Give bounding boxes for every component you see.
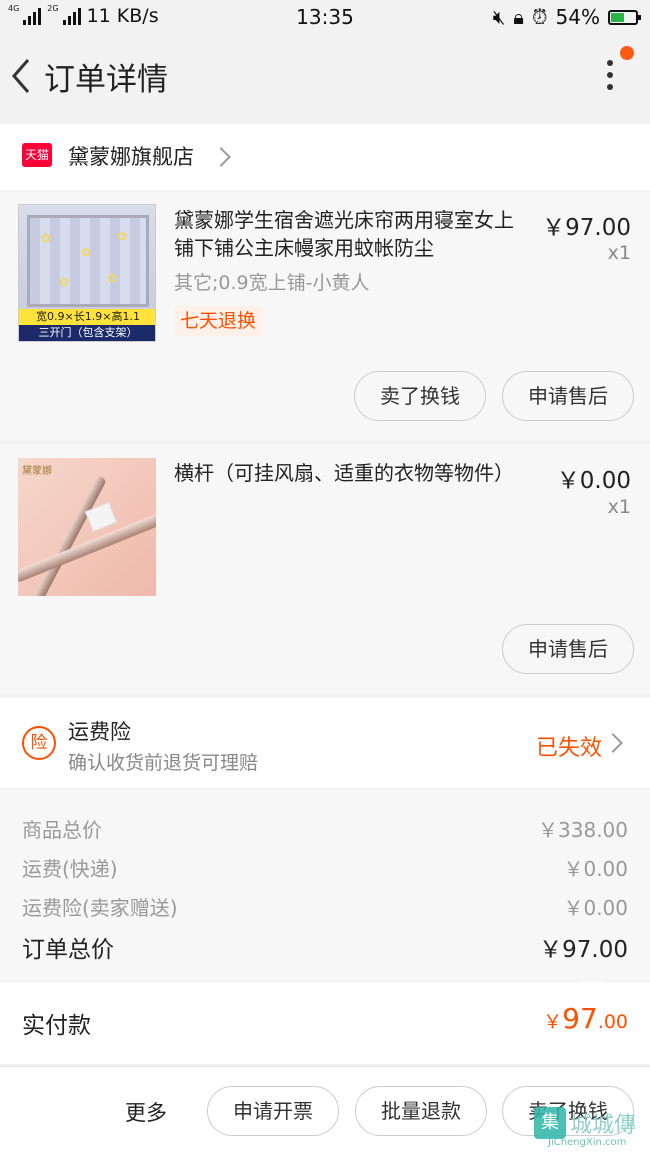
status-bar: 4G 2G 11 KB/s 13:35 🔇︎ 🔒︎ ⏰︎ 54%: [0, 0, 650, 34]
order-item[interactable]: ✿ ✿ ✿ ✿ ✿ 宽0.9×长1.9×高1.1 三开门（包含支架） 黛蒙娜学生…: [0, 192, 650, 440]
mute-icon: 🔇︎: [492, 5, 506, 29]
lock-rotation-icon: 🔒︎: [513, 5, 524, 29]
after-sales-button[interactable]: 申请售后: [502, 624, 634, 674]
shipping-label: 运费(快递): [22, 857, 118, 881]
bottom-action-bar: 更多 申请开票 批量退款 卖了换钱 集 城城傳 JiChengXin.com: [0, 1066, 650, 1155]
product-name[interactable]: 黛蒙娜学生宿舍遮光床帘两用寝室女上铺下铺公主床幔家用蚊帐防尘: [174, 206, 526, 262]
watermark-url: JiChengXin.com: [548, 1137, 627, 1148]
seven-day-return-tag: 七天退换: [174, 306, 263, 336]
apply-invoice-button[interactable]: 申请开票: [207, 1086, 339, 1136]
product-sku: 其它;0.9宽上铺-小黄人: [174, 272, 370, 294]
watermark-logo: 集: [534, 1107, 566, 1139]
more-button[interactable]: 更多: [125, 1097, 167, 1127]
summary-caret: [580, 972, 604, 982]
order-total-label: 订单总价: [22, 937, 114, 963]
product-door-band: 三开门（包含支架）: [19, 325, 155, 341]
insurance-desc: 确认收货前退货可理赔: [68, 752, 259, 774]
product-qty: x1: [607, 242, 631, 264]
paid-decimal: .00: [597, 1011, 628, 1033]
insurance-icon: 险: [22, 726, 56, 760]
order-total-value: ￥97.00: [539, 937, 628, 963]
notification-dot: [620, 46, 634, 60]
product-size-band: 宽0.9×长1.9×高1.1: [19, 309, 155, 325]
after-sales-button[interactable]: 申请售后: [502, 371, 634, 421]
goods-total-value: ￥338.00: [538, 818, 628, 842]
site-watermark: 集 城城傳 JiChengXin.com: [534, 1107, 646, 1149]
chevron-right-icon: [211, 147, 231, 167]
actual-paid-label: 实付款: [22, 1013, 91, 1039]
product-price: ￥97.00: [542, 215, 631, 241]
back-arrow-icon[interactable]: [6, 54, 36, 98]
bed-frame-graphic: [27, 215, 149, 307]
product-price: ￥0.00: [556, 468, 631, 494]
sell-for-cash-button[interactable]: 卖了换钱: [354, 371, 486, 421]
shop-name: 黛蒙娜旗舰店: [68, 145, 194, 169]
insurance-status: 已失效: [535, 736, 602, 761]
nav-header: 订单详情: [0, 34, 650, 120]
battery-percent: 54%: [555, 5, 600, 29]
product-image[interactable]: ✿ ✿ ✿ ✿ ✿ 宽0.9×长1.9×高1.1 三开门（包含支架）: [18, 204, 156, 342]
chevron-right-icon: [603, 733, 623, 753]
insurance-fee-label: 运费险(卖家赠送): [22, 896, 178, 920]
pattern-icon: ✿: [59, 275, 70, 289]
paid-integer: 97: [562, 1002, 598, 1035]
price-summary: 商品总价 ￥338.00 运费(快递) ￥0.00 运费险(卖家赠送) ￥0.0…: [0, 790, 650, 980]
product-image[interactable]: 黛蒙娜: [18, 458, 156, 596]
shipping-value: ￥0.00: [563, 857, 628, 881]
brand-logo: 黛蒙娜: [22, 466, 52, 477]
battery-fill: [611, 12, 624, 22]
pattern-icon: ✿: [41, 231, 52, 245]
battery-icon: [608, 9, 641, 25]
insurance-fee-row: 运费险(卖家赠送) ￥0.00: [22, 892, 628, 921]
pattern-icon: ✿: [81, 245, 92, 259]
pattern-icon: ✿: [107, 271, 118, 285]
pattern-icon: ✿: [117, 229, 128, 243]
goods-total-label: 商品总价: [22, 818, 102, 842]
shop-row[interactable]: 天猫 黛蒙娜旗舰店: [0, 124, 650, 190]
insurance-fee-value: ￥0.00: [563, 896, 628, 920]
status-right: 🔇︎ 🔒︎ ⏰︎ 54%: [492, 5, 641, 29]
paid-currency: ￥: [543, 1011, 563, 1033]
order-total-row: 订单总价 ￥97.00: [22, 930, 628, 964]
insurance-title: 运费险: [68, 720, 131, 744]
actual-paid-value: ￥97.00: [543, 1002, 628, 1035]
product-name[interactable]: 横杆（可挂风扇、适重的衣物等物件）: [174, 459, 544, 487]
batch-refund-button[interactable]: 批量退款: [355, 1086, 487, 1136]
more-options-icon[interactable]: [598, 46, 634, 98]
pole-graphic: [23, 475, 107, 596]
tmall-badge-icon: 天猫: [22, 143, 52, 167]
shipping-row: 运费(快递) ￥0.00: [22, 853, 628, 882]
order-item[interactable]: 黛蒙娜 横杆（可挂风扇、适重的衣物等物件） ￥0.00 x1 申请售后: [0, 444, 650, 694]
goods-total-row: 商品总价 ￥338.00: [22, 814, 628, 843]
product-qty: x1: [607, 496, 631, 518]
page-title: 订单详情: [44, 62, 168, 98]
shipping-insurance-row[interactable]: 险 运费险 确认收货前退货可理赔 已失效: [0, 698, 650, 788]
actual-paid-row: 实付款 ￥97.00: [0, 982, 650, 1064]
alarm-icon: ⏰︎: [531, 5, 548, 29]
watermark-text: 城城傳: [570, 1113, 637, 1138]
